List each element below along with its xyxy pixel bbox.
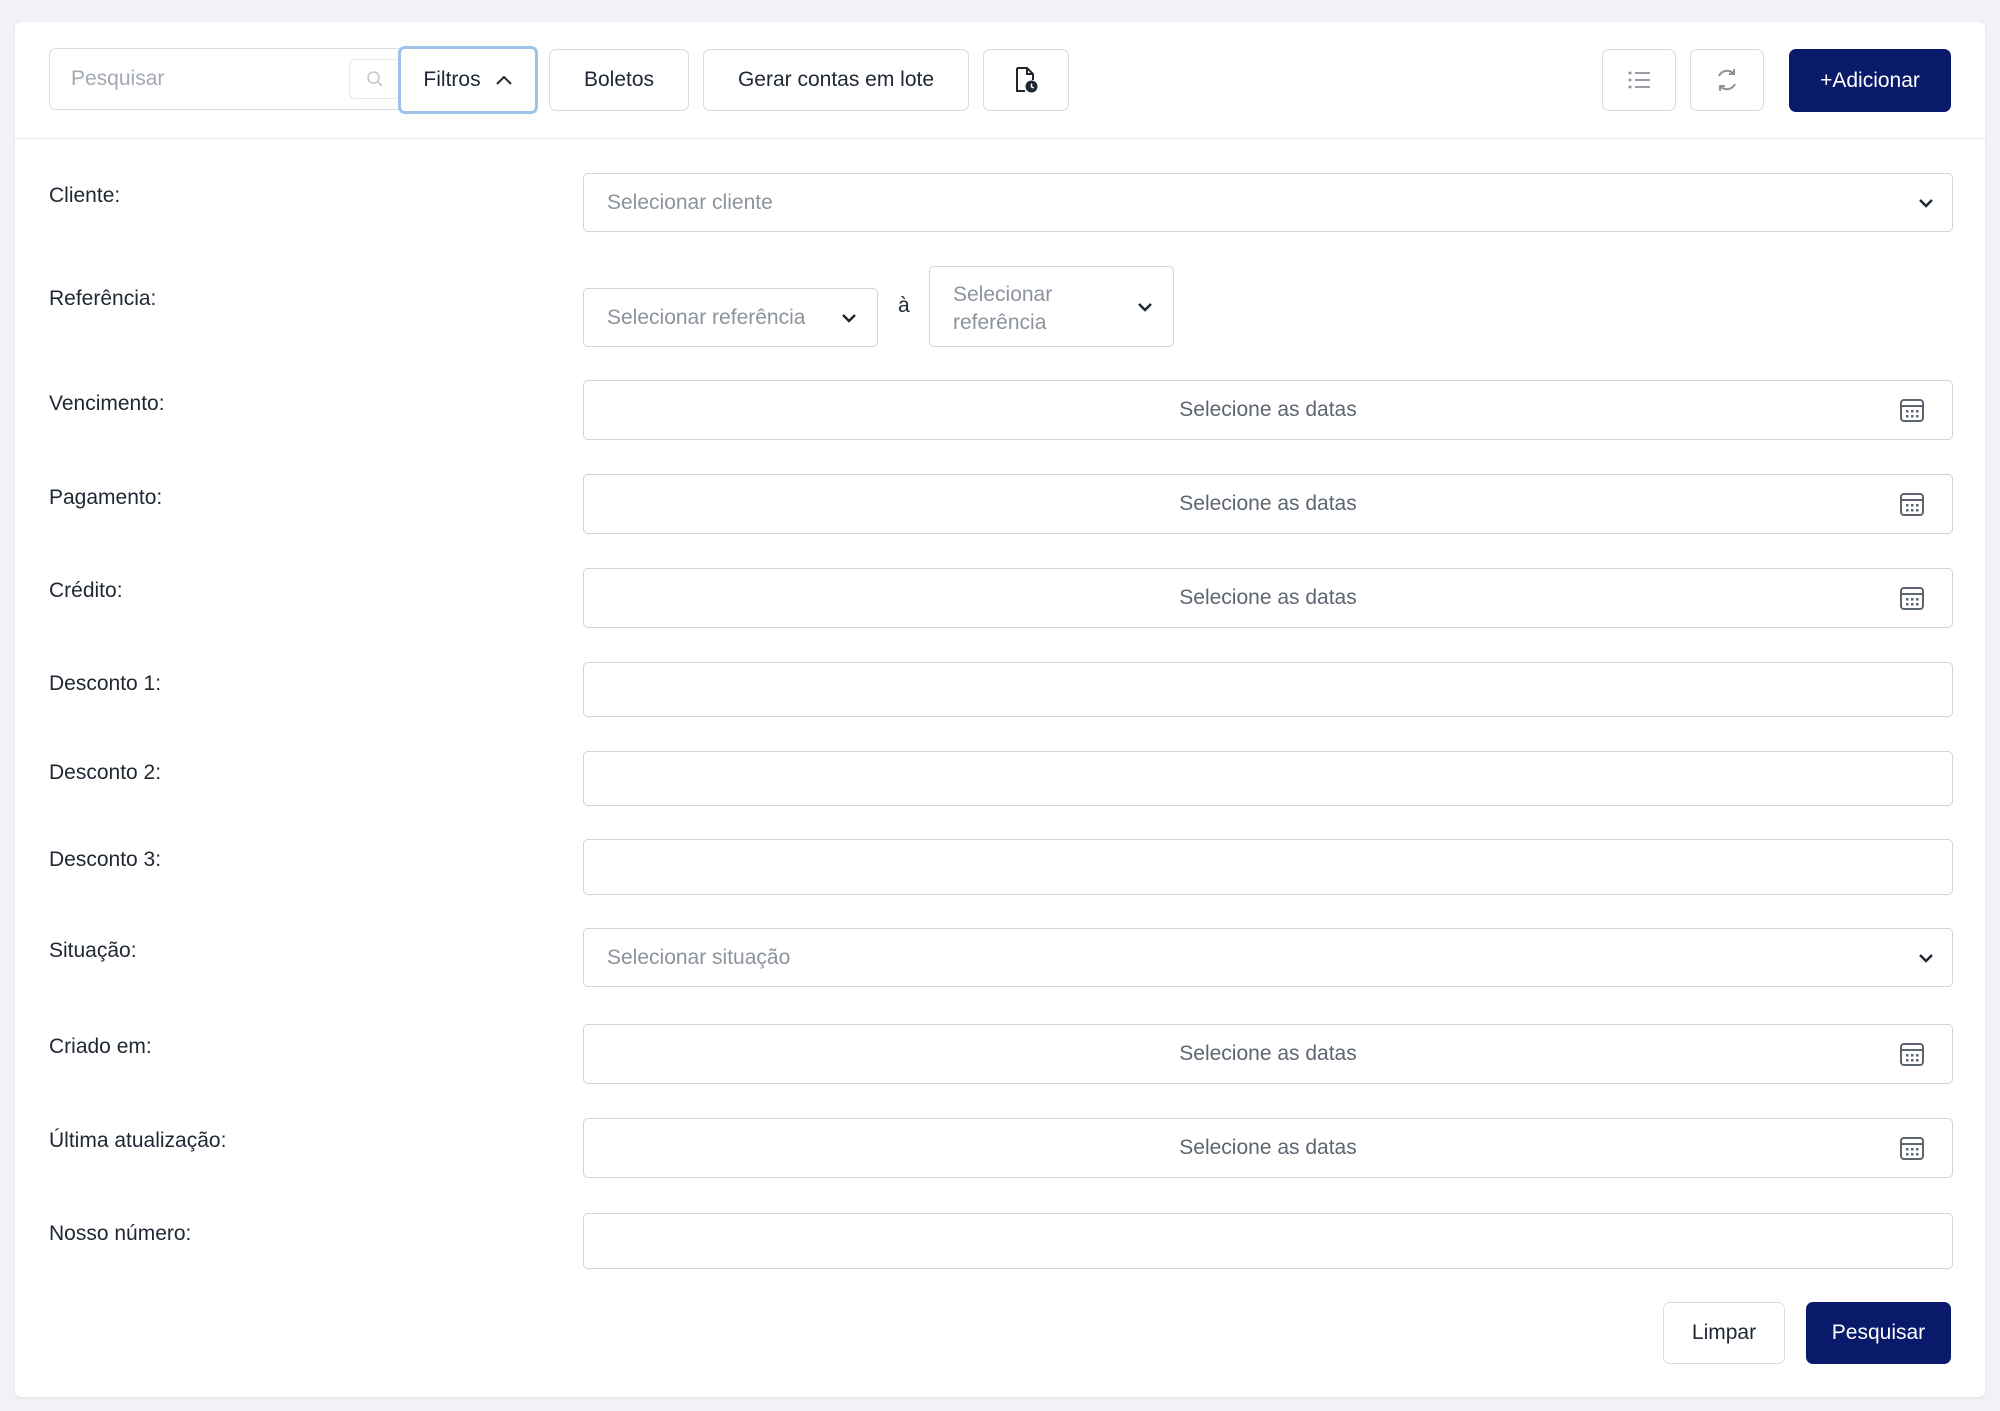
situacao-select[interactable]: Selecionar situação <box>583 928 1953 987</box>
filters-toggle-label: Filtros <box>423 68 481 91</box>
refresh-button[interactable] <box>1690 49 1764 111</box>
referencia-separator: à <box>898 294 910 317</box>
vencimento-label: Vencimento: <box>49 392 165 415</box>
add-button[interactable]: +Adicionar <box>1789 49 1951 112</box>
chevron-up-icon <box>495 75 512 85</box>
list-view-button[interactable] <box>1602 49 1676 111</box>
calendar-icon <box>1900 399 1924 422</box>
search-button[interactable] <box>349 59 401 99</box>
desconto1-label: Desconto 1: <box>49 672 162 695</box>
referencia-to-select[interactable]: Selecionar referência <box>929 266 1174 347</box>
batch-accounts-button[interactable]: Gerar contas em lote <box>703 49 969 111</box>
criado-em-placeholder: Selecione as datas <box>1179 1042 1357 1065</box>
cliente-select[interactable]: Selecionar cliente <box>583 173 1953 232</box>
document-schedule-button[interactable] <box>983 49 1069 111</box>
calendar-icon <box>1900 493 1924 516</box>
clear-button[interactable]: Limpar <box>1663 1302 1785 1364</box>
situacao-placeholder: Selecionar situação <box>607 945 791 969</box>
desconto2-input[interactable] <box>583 751 1953 806</box>
vencimento-placeholder: Selecione as datas <box>1179 398 1357 421</box>
pagamento-label: Pagamento: <box>49 486 163 509</box>
calendar-icon <box>1900 1043 1924 1066</box>
nosso-numero-input[interactable] <box>583 1213 1953 1269</box>
boletos-button[interactable]: Boletos <box>549 49 689 111</box>
document-clock-icon <box>1016 67 1038 93</box>
chevron-down-icon <box>842 313 856 323</box>
chevron-down-icon <box>1138 302 1152 312</box>
calendar-icon <box>1900 587 1924 610</box>
boletos-label: Boletos <box>583 68 655 91</box>
referencia-label: Referência: <box>49 287 157 310</box>
ultima-atualizacao-label: Última atualização: <box>49 1129 227 1152</box>
referencia-from-placeholder: Selecionar referência <box>607 305 806 329</box>
situacao-label: Situação: <box>49 939 137 962</box>
pagamento-date-range[interactable]: Selecione as datas <box>583 474 1953 534</box>
list-icon <box>1628 71 1650 89</box>
filters-card: Filtros Boletos Gerar contas em lote <box>15 22 1985 1397</box>
search-submit-label: Pesquisar <box>1831 1321 1926 1344</box>
search-input[interactable] <box>50 49 340 109</box>
nosso-numero-label: Nosso número: <box>49 1222 192 1245</box>
chevron-down-icon <box>1919 953 1933 963</box>
referencia-to-placeholder-line1: Selecionar <box>953 283 1053 306</box>
pagamento-placeholder: Selecione as datas <box>1179 492 1357 515</box>
search-icon <box>367 71 383 87</box>
search-box <box>49 48 405 110</box>
referencia-to-placeholder: Selecionar referência <box>953 281 1052 337</box>
desconto3-input[interactable] <box>583 839 1953 895</box>
add-label: +Adicionar <box>1820 68 1920 92</box>
ultima-atualizacao-date-range[interactable]: Selecione as datas <box>583 1118 1953 1178</box>
cliente-label: Cliente: <box>49 184 121 207</box>
refresh-icon <box>1718 69 1736 91</box>
cliente-placeholder: Selecionar cliente <box>607 190 773 214</box>
desconto2-label: Desconto 2: <box>49 761 162 784</box>
toolbar: Filtros Boletos Gerar contas em lote <box>15 22 1985 139</box>
referencia-to-placeholder-line2: referência <box>953 311 1047 334</box>
batch-accounts-label: Gerar contas em lote <box>737 68 935 91</box>
credito-placeholder: Selecione as datas <box>1179 586 1357 609</box>
filters-toggle-button[interactable]: Filtros <box>398 46 538 114</box>
search-submit-button[interactable]: Pesquisar <box>1806 1302 1951 1364</box>
desconto3-label: Desconto 3: <box>49 848 162 871</box>
criado-em-label: Criado em: <box>49 1035 152 1058</box>
ultima-atualizacao-placeholder: Selecione as datas <box>1179 1136 1357 1159</box>
credito-date-range[interactable]: Selecione as datas <box>583 568 1953 628</box>
credito-label: Crédito: <box>49 579 123 602</box>
clear-label: Limpar <box>1691 1321 1757 1344</box>
calendar-icon <box>1900 1137 1924 1160</box>
criado-em-date-range[interactable]: Selecione as datas <box>583 1024 1953 1084</box>
chevron-down-icon <box>1919 198 1933 208</box>
vencimento-date-range[interactable]: Selecione as datas <box>583 380 1953 440</box>
referencia-from-select[interactable]: Selecionar referência <box>583 288 878 347</box>
desconto1-input[interactable] <box>583 662 1953 717</box>
